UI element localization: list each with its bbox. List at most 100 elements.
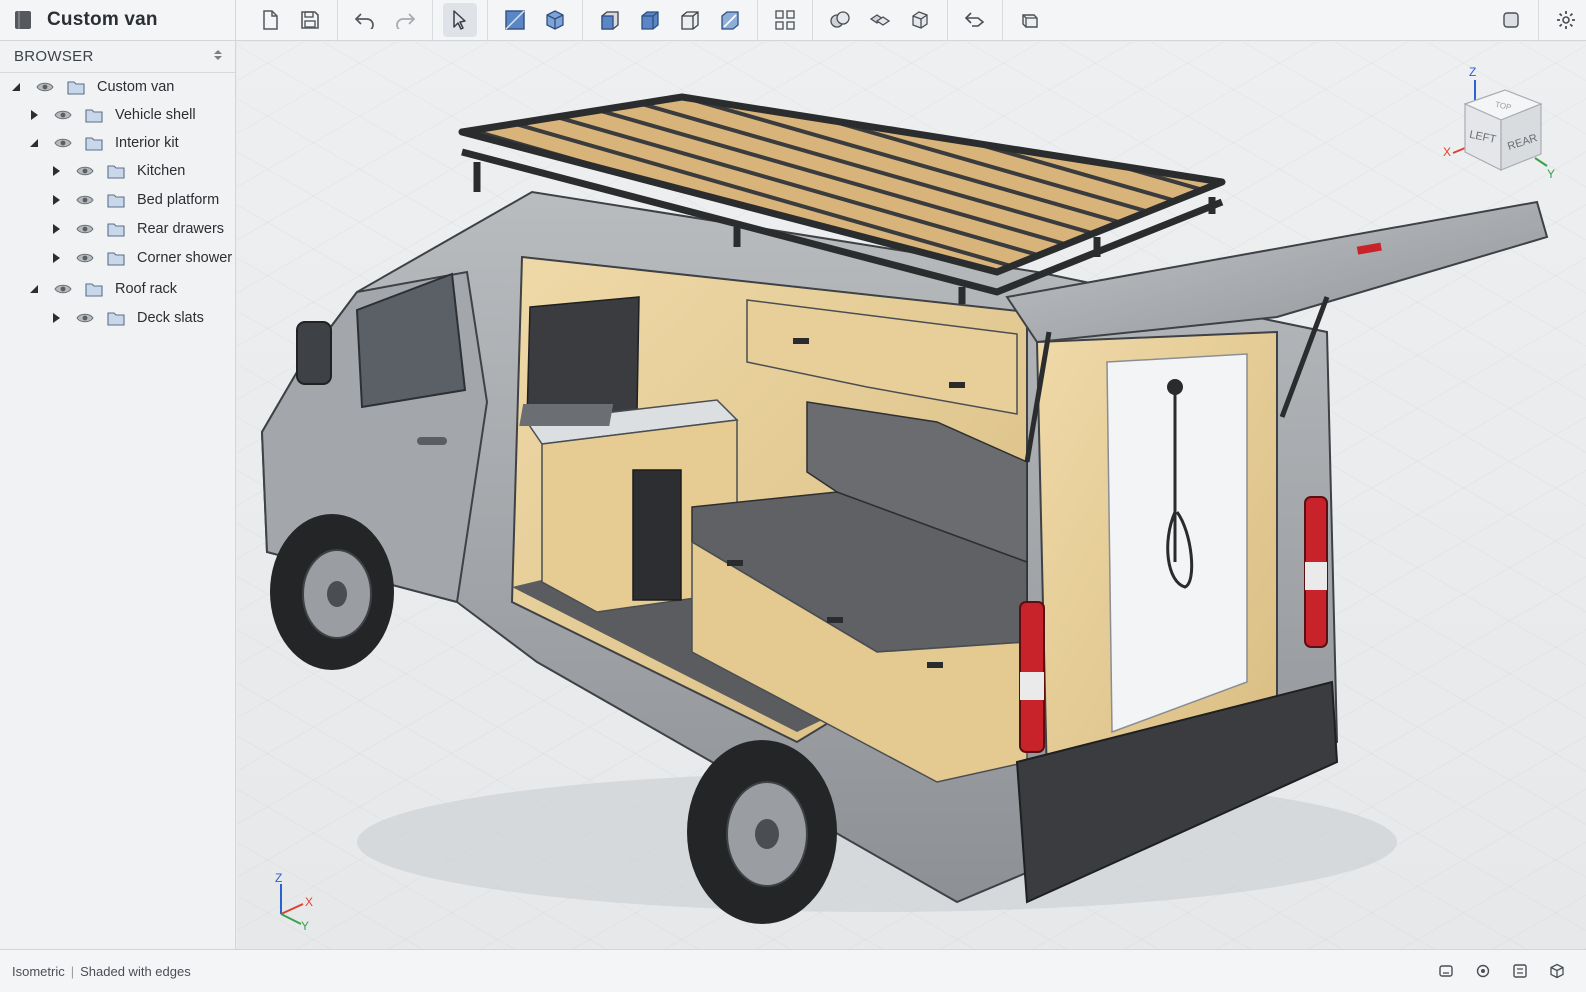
view-cube[interactable]: Z X Y TOP LEFT REAR — [1431, 60, 1571, 200]
tree-item-interior-kit[interactable]: Interior kit — [28, 130, 179, 156]
expand-triangle-icon[interactable] — [50, 194, 62, 206]
visibility-eye-icon[interactable] — [76, 165, 94, 177]
collapse-triangle-icon[interactable] — [28, 283, 40, 295]
browser-panel: BROWSER Custom van Vehicle shell Interior … — [0, 41, 236, 949]
tree-item-roof-rack[interactable]: Roof rack — [28, 276, 177, 302]
grid-icon[interactable] — [768, 3, 802, 37]
tree-item-custom-van[interactable]: Custom van — [10, 74, 174, 100]
display-mode-icon[interactable] — [1494, 3, 1528, 37]
folder-icon — [85, 108, 103, 123]
tree-item-label: Deck slats — [137, 310, 204, 326]
visibility-eye-icon[interactable] — [76, 312, 94, 324]
folder-icon — [107, 222, 125, 237]
collapse-triangle-icon[interactable] — [28, 137, 40, 149]
toolbar-divider — [582, 0, 583, 41]
front-wheel — [270, 514, 394, 670]
viewcube-axis-x: X — [1443, 145, 1451, 159]
folder-icon — [107, 251, 125, 266]
revert-icon[interactable] — [958, 3, 992, 37]
expand-triangle-icon[interactable] — [50, 165, 62, 177]
left-view-icon[interactable] — [673, 3, 707, 37]
visibility-eye-icon[interactable] — [54, 137, 72, 149]
save-icon[interactable] — [293, 3, 327, 37]
collapse-triangle-icon[interactable] — [10, 81, 22, 93]
document-title-area: Custom van — [0, 0, 236, 41]
toolbar-divider — [1002, 0, 1003, 41]
3d-viewport[interactable]: Z X Y TOP LEFT REAR Z X Y — [237, 42, 1586, 949]
status-view-mode: Isometric — [12, 963, 65, 979]
orbit-icon[interactable] — [1470, 958, 1496, 984]
folder-icon — [107, 193, 125, 208]
folder-icon — [107, 164, 125, 179]
tree-item-label: Roof rack — [115, 281, 178, 297]
toolbar-divider — [1538, 0, 1539, 41]
view-cube-icon[interactable] — [1544, 958, 1570, 984]
status-separator: | — [70, 963, 75, 979]
tree-item-bed-platform[interactable]: Bed platform — [50, 187, 219, 213]
expand-triangle-icon[interactable] — [28, 109, 40, 121]
new-file-icon[interactable] — [253, 3, 287, 37]
box-icon[interactable] — [538, 3, 572, 37]
tree-item-label: Bed platform — [137, 192, 220, 208]
zoom-window-icon[interactable] — [1507, 958, 1533, 984]
gear-icon[interactable] — [1549, 3, 1583, 37]
combine-icon[interactable] — [823, 3, 857, 37]
front-view-icon[interactable] — [593, 3, 627, 37]
fit-view-icon[interactable] — [1433, 958, 1459, 984]
status-controls — [1422, 958, 1570, 984]
toolbar-divider — [947, 0, 948, 41]
toolbar-divider — [432, 0, 433, 41]
status-display-style: Shaded with edges — [80, 963, 191, 979]
redo-icon[interactable] — [388, 3, 422, 37]
tree-item-label: Rear drawers — [137, 221, 225, 237]
tree-item-kitchen[interactable]: Kitchen — [50, 158, 185, 184]
expand-triangle-icon[interactable] — [50, 252, 62, 264]
van-model[interactable] — [237, 42, 1586, 949]
document-icon — [14, 10, 32, 30]
visibility-eye-icon[interactable] — [36, 81, 54, 93]
panel-toggle-icon[interactable] — [213, 48, 223, 66]
axis-triad: Z X Y — [275, 871, 313, 932]
solid-icon[interactable] — [1013, 3, 1047, 37]
toolbar-divider — [337, 0, 338, 41]
folder-icon — [67, 80, 85, 95]
select-icon[interactable] — [443, 3, 477, 37]
tree-item-label: Vehicle shell — [115, 107, 196, 123]
rear-wheel — [687, 740, 837, 924]
visibility-eye-icon[interactable] — [76, 223, 94, 235]
tree-item-label: Custom van — [97, 79, 175, 95]
toolbar-divider — [487, 0, 488, 41]
triad-label-y: Y — [301, 919, 309, 932]
folder-icon — [85, 282, 103, 297]
expand-triangle-icon[interactable] — [50, 223, 62, 235]
viewcube-axis-z: Z — [1469, 65, 1476, 79]
document-title: Custom van — [47, 9, 158, 30]
undo-icon[interactable] — [348, 3, 382, 37]
toolbar-divider — [812, 0, 813, 41]
intersect-icon[interactable] — [863, 3, 897, 37]
tree-item-deck-slats[interactable]: Deck slats — [50, 305, 204, 331]
section-view-icon[interactable] — [713, 3, 747, 37]
right-view-icon[interactable] — [633, 3, 667, 37]
top-bar: Custom van — [0, 0, 1586, 41]
tree-item-corner-shower[interactable]: Corner shower — [50, 245, 232, 271]
browser-header: BROWSER — [0, 41, 235, 73]
toolbar-divider — [757, 0, 758, 41]
visibility-eye-icon[interactable] — [54, 283, 72, 295]
tree-item-vehicle-shell[interactable]: Vehicle shell — [28, 102, 196, 128]
tree-item-rear-drawers[interactable]: Rear drawers — [50, 216, 224, 242]
visibility-eye-icon[interactable] — [76, 194, 94, 206]
viewcube-axis-y: Y — [1547, 167, 1555, 181]
shell-icon[interactable] — [903, 3, 937, 37]
triad-label-x: X — [305, 895, 313, 909]
triad-label-z: Z — [275, 871, 282, 885]
expand-triangle-icon[interactable] — [50, 312, 62, 324]
status-bar: Isometric | Shaded with edges — [0, 949, 1586, 992]
tree-item-label: Kitchen — [137, 163, 186, 179]
sketch-plane-icon[interactable] — [498, 3, 532, 37]
browser-title: BROWSER — [14, 48, 94, 65]
visibility-eye-icon[interactable] — [76, 252, 94, 264]
folder-icon — [107, 311, 125, 326]
visibility-eye-icon[interactable] — [54, 109, 72, 121]
tree-item-label: Corner shower — [137, 250, 233, 266]
